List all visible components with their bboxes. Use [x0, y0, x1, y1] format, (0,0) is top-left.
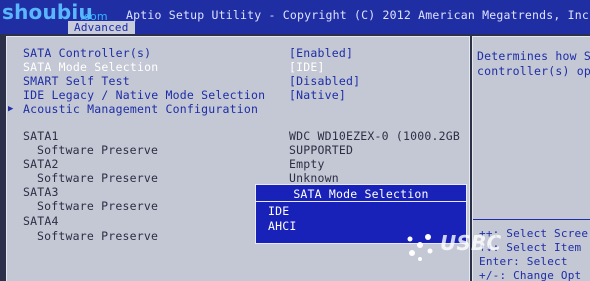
- bios-screen: Aptio Setup Utility - Copyright (C) 2012…: [0, 0, 590, 281]
- key-hint-change-option: +/-: Change Opt: [479, 269, 582, 281]
- port-sata4-label: SATA4: [23, 214, 59, 228]
- port-sata2-label: SATA2: [23, 157, 59, 171]
- popup-divider: [256, 201, 466, 202]
- port-sata4-preserve-label: Software Preserve: [37, 229, 159, 243]
- settings-panel: SATA Controller(s) [Enabled] SATA Mode S…: [6, 36, 470, 281]
- site-logo: shoubiu .com: [0, 0, 120, 30]
- submenu-acoustic-management[interactable]: Acoustic Management Configuration: [23, 102, 258, 116]
- key-hint-select-item: ↑↓: Select Item: [479, 241, 582, 254]
- setting-sata-controller-value[interactable]: [Enabled]: [289, 46, 353, 60]
- key-hint-select-screen: ++: Select Scree: [479, 227, 589, 240]
- submenu-arrow-icon: ▶: [8, 104, 14, 114]
- port-sata2-value: Empty: [289, 157, 325, 171]
- key-hint-enter: Enter: Select: [479, 255, 568, 268]
- utility-title: Aptio Setup Utility - Copyright (C) 2012…: [126, 8, 590, 22]
- port-sata2-preserve-value: Unknown: [289, 171, 339, 185]
- port-sata2-preserve-label: Software Preserve: [37, 171, 159, 185]
- port-sata1-preserve-value: SUPPORTED: [289, 143, 354, 157]
- setting-ide-legacy-value[interactable]: [Native]: [289, 88, 346, 102]
- sata-mode-popup: SATA Mode Selection IDE AHCI: [255, 184, 467, 244]
- port-sata1-preserve-label: Software Preserve: [37, 143, 159, 157]
- popup-option-ahci[interactable]: AHCI: [268, 219, 297, 233]
- help-panel: Determines how S controller(s) op ++: Se…: [472, 36, 590, 281]
- setting-smart-self-test-label[interactable]: SMART Self Test: [23, 74, 130, 88]
- setting-smart-self-test-value[interactable]: [Disabled]: [289, 74, 360, 88]
- port-sata3-label: SATA3: [23, 185, 59, 199]
- site-logo-suffix: .com: [80, 10, 108, 23]
- help-description: Determines how S controller(s) op: [477, 49, 590, 78]
- setting-sata-mode-label[interactable]: SATA Mode Selection: [23, 60, 158, 74]
- setting-sata-controller-label[interactable]: SATA Controller(s): [23, 46, 151, 60]
- popup-option-ide[interactable]: IDE: [268, 204, 289, 218]
- popup-title: SATA Mode Selection: [293, 187, 429, 201]
- port-sata1-label: SATA1: [23, 129, 59, 143]
- setting-ide-legacy-label[interactable]: IDE Legacy / Native Mode Selection: [23, 88, 265, 102]
- port-sata3-preserve-label: Software Preserve: [37, 199, 159, 213]
- port-sata1-value: WDC WD10EZEX-0 (1000.2GB: [289, 129, 460, 143]
- help-divider: [473, 219, 590, 220]
- setting-sata-mode-value[interactable]: [IDE]: [289, 60, 325, 74]
